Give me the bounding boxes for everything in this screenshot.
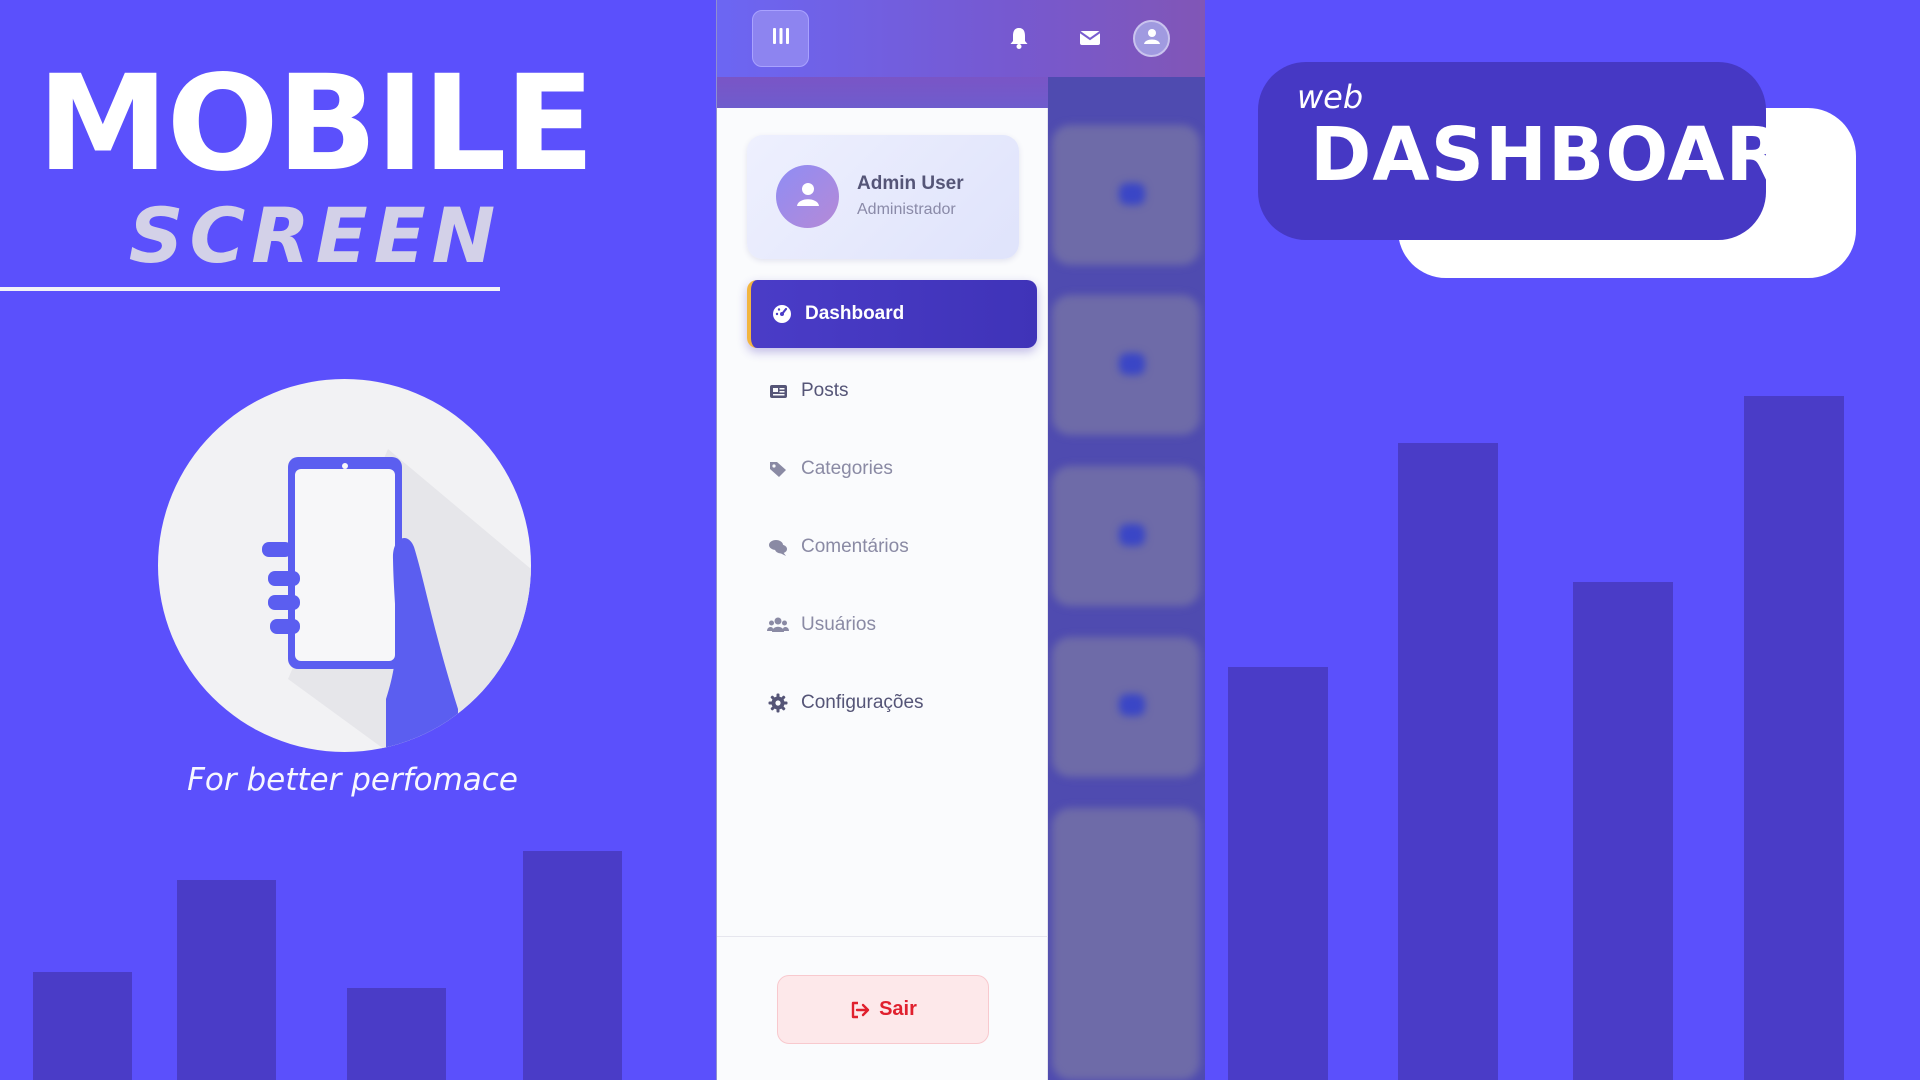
envelope-icon[interactable]	[1076, 24, 1104, 52]
decorative-bar	[1744, 396, 1844, 1080]
sidebar-drawer: Admin User Administrador Dashboard Posts…	[717, 77, 1048, 1080]
decorative-bar	[1398, 443, 1498, 1080]
menu-bars-icon	[770, 25, 792, 52]
blurred-icon	[1119, 694, 1145, 716]
drawer-divider	[717, 936, 1048, 937]
comments-icon	[767, 536, 789, 558]
tags-icon	[767, 458, 789, 480]
decorative-bar	[177, 880, 276, 1080]
sidebar-item-settings[interactable]: Configurações	[747, 670, 1037, 736]
dashboard-badge: web DASHBOARD	[1258, 62, 1845, 240]
blurred-icon	[1119, 353, 1145, 375]
sidebar-item-label: Categories	[801, 458, 893, 479]
tachometer-icon	[771, 303, 793, 325]
decorative-bar	[33, 972, 132, 1080]
newspaper-icon	[767, 380, 789, 402]
blurred-icon	[1119, 183, 1145, 205]
sidebar-item-label: Posts	[801, 380, 849, 401]
decorative-bar	[1573, 582, 1673, 1080]
decorative-bar	[347, 988, 446, 1080]
user-icon	[793, 179, 823, 214]
user-circle-icon	[1141, 25, 1163, 52]
user-menu-button[interactable]	[1133, 20, 1170, 57]
sign-out-icon	[849, 999, 871, 1021]
mobile-screen: Admin User Administrador Dashboard Posts…	[716, 0, 1205, 1080]
promo-subtitle: SCREEN	[128, 191, 502, 280]
badge-large-label: DASHBOARD	[1310, 112, 1846, 198]
sidebar-item-label: Configurações	[801, 692, 924, 713]
profile-role: Administrador	[857, 201, 956, 218]
decorative-bar	[523, 851, 622, 1080]
sidebar-item-posts[interactable]: Posts	[747, 358, 1037, 424]
promo-underline	[0, 287, 500, 291]
sidebar-item-label: Usuários	[801, 614, 876, 635]
top-navbar	[717, 0, 1205, 77]
logout-label: Sair	[879, 998, 917, 1020]
bell-icon[interactable]	[1005, 24, 1033, 52]
decorative-bar	[1228, 667, 1328, 1080]
badge-small-label: web	[1297, 78, 1364, 116]
sidebar-item-dashboard[interactable]: Dashboard	[747, 280, 1037, 348]
users-icon	[767, 614, 789, 636]
sidebar-item-label: Comentários	[801, 536, 909, 557]
drawer-header-strip	[717, 77, 1048, 108]
gear-icon	[767, 692, 789, 714]
blurred-card	[1052, 808, 1200, 1080]
avatar	[776, 165, 839, 228]
profile-card: Admin User Administrador	[747, 135, 1019, 259]
promo-tagline: For better perfomace	[187, 762, 518, 798]
sidebar-item-label: Dashboard	[805, 303, 905, 324]
promo-title: MOBILE	[37, 47, 595, 201]
logout-button[interactable]: Sair	[777, 975, 989, 1044]
sidebar-item-users[interactable]: Usuários	[747, 592, 1037, 658]
sidebar-item-categories[interactable]: Categories	[747, 436, 1037, 502]
menu-toggle-button[interactable]	[752, 10, 809, 67]
profile-name: Admin User	[857, 173, 964, 194]
hand-holding-phone-icon	[158, 379, 531, 752]
sidebar-item-comments[interactable]: Comentários	[747, 514, 1037, 580]
blurred-icon	[1119, 524, 1145, 546]
